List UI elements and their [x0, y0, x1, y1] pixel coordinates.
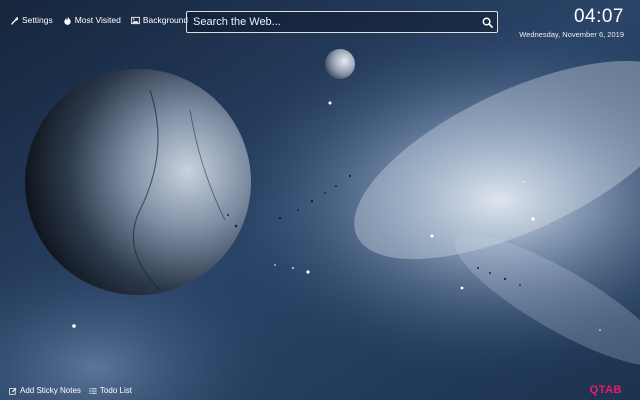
- background-button[interactable]: Background: [131, 15, 188, 25]
- fire-icon: [64, 15, 71, 25]
- clock-date: Wednesday, November 6, 2019: [519, 30, 624, 39]
- wrench-icon: [11, 16, 19, 25]
- todo-list-button[interactable]: Todo List: [89, 386, 132, 395]
- bottom-links: Add Sticky Notes Todo List: [9, 386, 132, 395]
- clock-time: 04:07: [573, 6, 624, 27]
- qtab-logo[interactable]: QTAB: [590, 384, 622, 396]
- wallpaper-background: [0, 0, 640, 400]
- top-links: Settings Most Visited Background: [10, 15, 188, 25]
- most-visited-button[interactable]: Most Visited: [63, 15, 121, 25]
- todo-list-label: Todo List: [99, 386, 132, 395]
- search-icon: [482, 17, 493, 28]
- edit-icon: [9, 387, 17, 395]
- search-bar: [186, 11, 498, 33]
- add-sticky-notes-button[interactable]: Add Sticky Notes: [9, 386, 81, 395]
- list-icon: [89, 387, 97, 394]
- search-input[interactable]: [187, 12, 477, 32]
- clock-widget: 04:07 Wednesday, November 6, 2019: [504, 6, 624, 39]
- most-visited-label: Most Visited: [74, 15, 121, 25]
- image-icon: [131, 16, 140, 24]
- add-sticky-notes-label: Add Sticky Notes: [20, 386, 81, 395]
- search-button[interactable]: [477, 12, 497, 32]
- settings-button[interactable]: Settings: [10, 15, 53, 25]
- background-label: Background: [142, 15, 189, 25]
- settings-label: Settings: [22, 15, 53, 25]
